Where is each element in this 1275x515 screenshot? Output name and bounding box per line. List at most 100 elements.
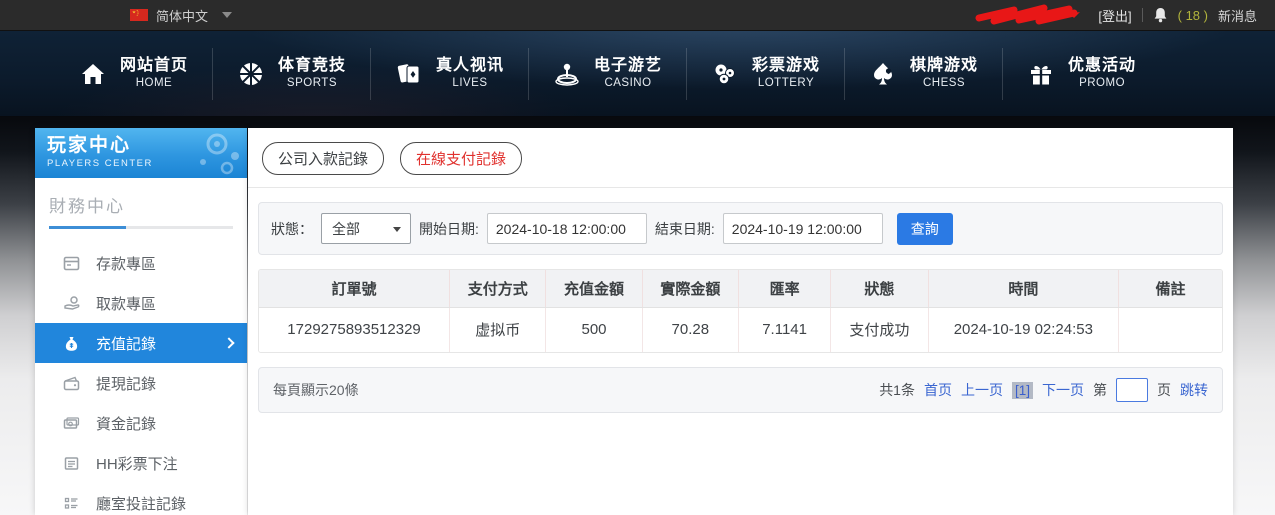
sidebar-header: 玩家中心 PLAYERS CENTER <box>35 128 247 178</box>
nav-item-lives[interactable]: 真人视讯 LIVES <box>371 46 528 102</box>
page-jump-input[interactable] <box>1116 378 1148 402</box>
chevron-down-icon <box>222 12 232 18</box>
sidebar-item-deposit[interactable]: 存款專區 <box>35 243 247 283</box>
sidebar-item-label: 廳室投註記錄 <box>96 493 186 514</box>
filter-bar: 狀態： 全部 開始日期: 結束日期: 查詢 <box>258 202 1223 255</box>
money-bag-icon <box>63 335 80 352</box>
gift-icon <box>1027 60 1055 88</box>
nav-label-en: PROMO <box>1079 76 1125 90</box>
sidebar-item-hh-lottery-bets[interactable]: HH彩票下注 <box>35 443 247 483</box>
china-flag-icon <box>130 9 148 21</box>
table-row: 1729275893512329 虚拟币 500 70.28 7.1141 支付… <box>259 307 1222 352</box>
end-date-input[interactable] <box>723 213 883 244</box>
cell-order-no: 1729275893512329 <box>259 307 450 352</box>
records-table: 訂單號 支付方式 充值金額 實際金額 匯率 狀態 時間 備註 172927589… <box>258 269 1223 353</box>
status-selected-value: 全部 <box>332 219 360 239</box>
nav-label-en: LIVES <box>452 76 487 90</box>
spade-icon <box>869 60 897 88</box>
sidebar-item-hall-bet-records[interactable]: 廳室投註記錄 <box>35 483 247 515</box>
nav-item-promo[interactable]: 优惠活动 PROMO <box>1003 46 1160 102</box>
cell-recharge-amount: 500 <box>546 307 642 352</box>
col-header-exchange-rate: 匯率 <box>738 270 830 307</box>
sidebar-item-label: HH彩票下注 <box>96 453 178 474</box>
nav-label-en: CASINO <box>604 76 651 90</box>
sidebar-section-label: 財務中心 <box>49 192 233 226</box>
joystick-icon <box>553 60 581 88</box>
sidebar-item-label: 充值記錄 <box>96 333 156 354</box>
message-count-badge: ( 18 ) <box>1178 8 1208 23</box>
per-page-label: 每頁顯示20條 <box>273 380 359 400</box>
nav-item-sports[interactable]: 体育竞技 SPORTS <box>213 46 370 102</box>
query-button[interactable]: 查詢 <box>897 213 953 245</box>
cell-pay-method: 虚拟币 <box>450 307 546 352</box>
nav-label-zh: 彩票游戏 <box>752 56 820 76</box>
language-label: 简体中文 <box>156 6 208 25</box>
total-count-label: 共1条 <box>879 380 915 400</box>
sidebar-item-label: 取款專區 <box>96 293 156 314</box>
nav-label-en: HOME <box>136 76 173 90</box>
tab-company-deposit-records[interactable]: 公司入款記錄 <box>262 142 384 175</box>
messages-link[interactable]: 新消息 <box>1218 6 1257 25</box>
lottery-balls-icon <box>711 60 739 88</box>
sidebar-item-funds-records[interactable]: 資金記錄 <box>35 403 247 443</box>
sidebar-section: 財務中心 <box>35 178 247 229</box>
col-header-actual-amount: 實際金額 <box>642 270 738 307</box>
status-select[interactable]: 全部 <box>321 213 411 244</box>
nav-item-lottery[interactable]: 彩票游戏 LOTTERY <box>687 46 844 102</box>
nav-item-home[interactable]: 网站首页 HOME <box>55 46 212 102</box>
topbar-divider <box>1142 8 1143 22</box>
col-header-recharge-amount: 充值金額 <box>546 270 642 307</box>
nav-label-en: LOTTERY <box>758 76 814 90</box>
current-page-indicator: [1] <box>1012 382 1033 399</box>
wallet-icon <box>63 375 80 392</box>
sidebar-menu: 存款專區 取款專區 充值記錄 <box>35 243 247 515</box>
nav-item-chess[interactable]: 棋牌游戏 CHESS <box>845 46 1002 102</box>
sidebar-section-rule <box>49 226 233 229</box>
sidebar-item-label: 存款專區 <box>96 253 156 274</box>
cell-status: 支付成功 <box>831 307 928 352</box>
sidebar-item-recharge-records[interactable]: 充值記錄 <box>35 323 247 363</box>
gamepad-decoration-icon <box>173 130 243 178</box>
nav-label-zh: 体育竞技 <box>278 56 346 76</box>
cell-remark <box>1119 307 1222 352</box>
col-header-status: 狀態 <box>831 270 928 307</box>
col-header-pay-method: 支付方式 <box>450 270 546 307</box>
first-page-link[interactable]: 首页 <box>924 380 952 400</box>
banknotes-icon <box>63 415 80 432</box>
page-background: 玩家中心 PLAYERS CENTER 財務中心 存款專區 <box>0 116 1275 515</box>
nav-label-zh: 真人视讯 <box>436 56 504 76</box>
table-header-row: 訂單號 支付方式 充值金額 實際金額 匯率 狀態 時間 備註 <box>259 270 1222 307</box>
jump-button[interactable]: 跳转 <box>1180 380 1208 400</box>
hand-coin-icon <box>63 295 80 312</box>
nav-item-casino[interactable]: 电子游艺 CASINO <box>529 46 686 102</box>
player-center-sidebar: 玩家中心 PLAYERS CENTER 財務中心 存款專區 <box>35 128 247 515</box>
bell-icon[interactable] <box>1153 7 1168 23</box>
end-date-label: 結束日期: <box>655 219 715 239</box>
chevron-right-icon <box>223 337 234 348</box>
prev-page-link[interactable]: 上一页 <box>961 380 1003 400</box>
col-header-remark: 備註 <box>1119 270 1222 307</box>
cell-time: 2024-10-19 02:24:53 <box>928 307 1119 352</box>
cell-exchange-rate: 7.1141 <box>738 307 830 352</box>
start-date-input[interactable] <box>487 213 647 244</box>
content-panel: 公司入款記錄 在線支付記錄 狀態： 全部 開始日期: 結束日期: 查詢 <box>248 128 1233 515</box>
nav-label-zh: 优惠活动 <box>1068 56 1136 76</box>
logout-button[interactable]: [登出] <box>1098 6 1131 25</box>
language-selector[interactable]: 简体中文 <box>130 6 232 25</box>
sidebar-item-withdrawal-records[interactable]: 提現記錄 <box>35 363 247 403</box>
nav-label-zh: 棋牌游戏 <box>910 56 978 76</box>
col-header-time: 時間 <box>928 270 1119 307</box>
next-page-link[interactable]: 下一页 <box>1042 380 1084 400</box>
start-date-label: 開始日期: <box>419 219 479 239</box>
sidebar-item-withdraw[interactable]: 取款專區 <box>35 283 247 323</box>
top-bar: 简体中文 [登出] ( 18 ) 新消息 <box>0 0 1275 31</box>
playing-cards-icon <box>395 60 423 88</box>
sidebar-item-label: 提現記錄 <box>96 373 156 394</box>
chevron-down-icon <box>393 227 401 232</box>
nav-label-zh: 电子游艺 <box>594 56 662 76</box>
tab-online-payment-records[interactable]: 在線支付記錄 <box>400 142 522 175</box>
jump-suffix-label: 页 <box>1157 380 1171 400</box>
record-tabs: 公司入款記錄 在線支付記錄 <box>248 128 1233 188</box>
nav-label-zh: 网站首页 <box>120 56 188 76</box>
jump-prefix-label: 第 <box>1093 380 1107 400</box>
